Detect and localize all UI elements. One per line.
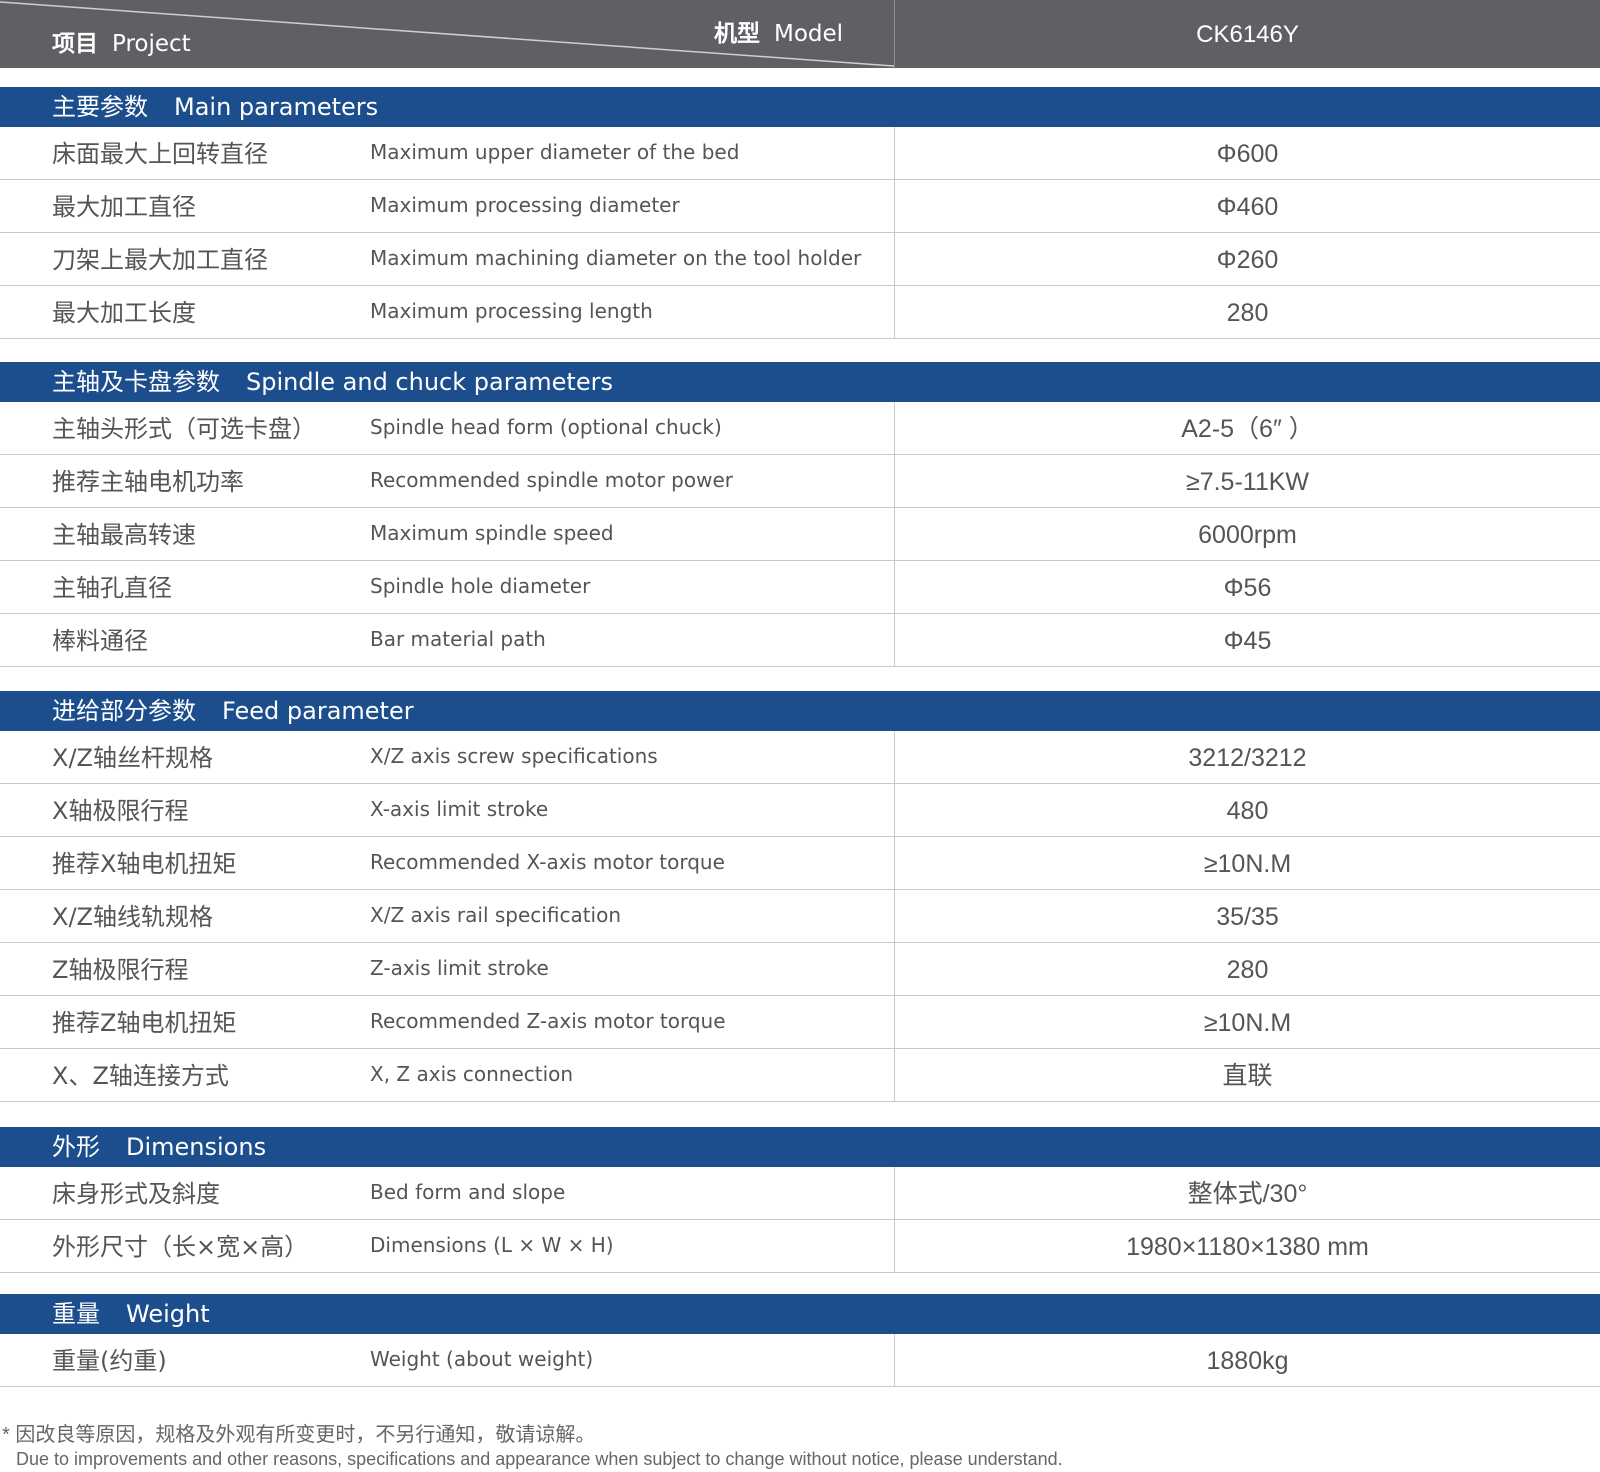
table-row: 床身形式及斜度 Bed form and slope 整体式/30° <box>0 1167 1600 1220</box>
section-feed-parameter: 进给部分参数 Feed parameter X/Z轴丝杆规格 X/Z axis sc… <box>0 691 1600 1102</box>
section-main-parameters: 主要参数 Main parameters 床面最大上回转直径 Maximum upp… <box>0 87 1600 339</box>
section-spindle-chuck: 主轴及卡盘参数 Spindle and chuck parameters 主轴头形… <box>0 362 1600 667</box>
table-row: 最大加工直径 Maximum processing diameter Φ460 <box>0 180 1600 233</box>
section-title: 外形 Dimensions <box>0 1127 1600 1167</box>
table-row: Z轴极限行程 Z-axis limit stroke 280 <box>0 943 1600 996</box>
table-header: 项目 Project 机型 Model CK6146Y <box>0 0 1600 68</box>
table-row: 主轴最高转速 Maximum spindle speed 6000rpm <box>0 508 1600 561</box>
table-row: 重量(约重) Weight (about weight) 1880kg <box>0 1334 1600 1387</box>
section-title: 主轴及卡盘参数 Spindle and chuck parameters <box>0 362 1600 402</box>
model-label: 机型 Model <box>714 21 844 47</box>
section-dimensions: 外形 Dimensions 床身形式及斜度 Bed form and slope 整体… <box>0 1127 1600 1273</box>
model-value: CK6146Y <box>1196 21 1299 48</box>
section-title: 主要参数 Main parameters <box>0 87 1600 127</box>
section-weight: 重量 Weight 重量(约重) Weight (about weight) 1880… <box>0 1294 1600 1387</box>
table-row: 主轴头形式（可选卡盘） Spindle head form (optional c… <box>0 402 1600 455</box>
project-label: 项目 Project <box>52 31 191 57</box>
table-row: 主轴孔直径 Spindle hole diameter Φ56 <box>0 561 1600 614</box>
table-row: 床面最大上回转直径 Maximum upper diameter of the b… <box>0 127 1600 180</box>
table-row: X/Z轴丝杆规格 X/Z axis screw specifications 321… <box>0 731 1600 784</box>
table-row: 棒料通径 Bar material path Φ45 <box>0 614 1600 667</box>
table-row: 外形尺寸（长×宽×高） Dimensions (L × W × H) 1980×11… <box>0 1220 1600 1273</box>
table-row: 推荐X轴电机扭矩 Recommended X-axis motor torque ≥… <box>0 837 1600 890</box>
section-title: 进给部分参数 Feed parameter <box>0 691 1600 731</box>
table-row: 推荐主轴电机功率 Recommended spindle motor power ≥… <box>0 455 1600 508</box>
table-row: X、Z轴连接方式 X, Z axis connection 直联 <box>0 1049 1600 1102</box>
table-row: 推荐Z轴电机扭矩 Recommended Z-axis motor torque ≥… <box>0 996 1600 1049</box>
table-row: X/Z轴线轨规格 X/Z axis rail specification 35/35 <box>0 890 1600 943</box>
table-row: 刀架上最大加工直径 Maximum machining diameter on t… <box>0 233 1600 286</box>
table-row: X轴极限行程 X-axis limit stroke 480 <box>0 784 1600 837</box>
footnote-en: Due to improvements and other reasons, s… <box>16 1449 1063 1469</box>
table-row: 最大加工长度 Maximum processing length 280 <box>0 286 1600 339</box>
footnote-zh: * 因改良等原因，规格及外观有所变更时，不另行通知，敬请谅解。 <box>2 1424 596 1446</box>
section-title: 重量 Weight <box>0 1294 1600 1334</box>
